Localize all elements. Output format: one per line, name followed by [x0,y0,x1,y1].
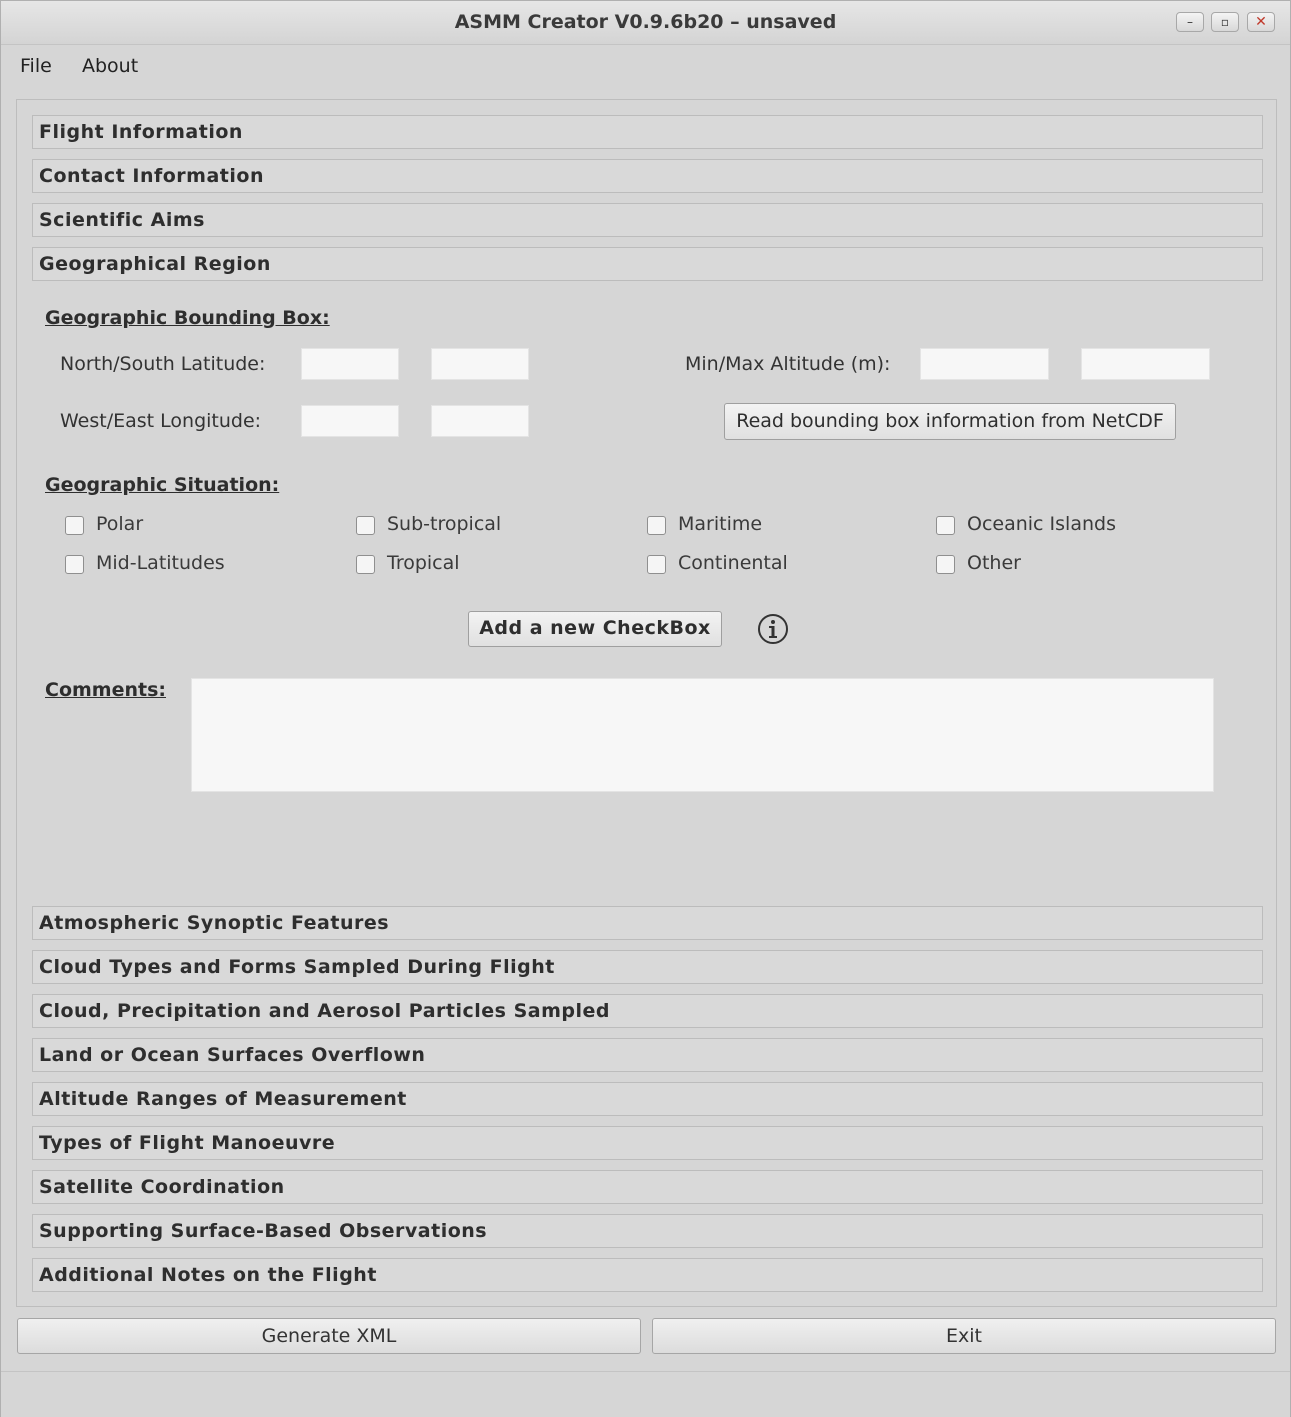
section-additional-notes[interactable]: Additional Notes on the Flight [32,1258,1263,1292]
checkbox-tropical[interactable] [356,555,375,574]
window-title: ASMM Creator V0.9.6b20 – unsaved [454,11,837,33]
section-flight-manoeuvre[interactable]: Types of Flight Manoeuvre [32,1126,1263,1160]
checkbox-label-mid-latitudes: Mid-Latitudes [96,552,225,574]
south-latitude-input[interactable] [431,348,529,380]
section-atmospheric-synoptic-features[interactable]: Atmospheric Synoptic Features [32,906,1263,940]
west-longitude-input[interactable] [301,405,399,437]
east-longitude-input[interactable] [431,405,529,437]
status-bar [1,1371,1290,1417]
minimize-button[interactable]: – [1176,12,1204,32]
section-contact-information[interactable]: Contact Information [32,159,1263,193]
menu-file[interactable]: File [20,55,52,77]
section-flight-information[interactable]: Flight Information [32,115,1263,149]
bounding-box-title: Geographic Bounding Box: [45,307,330,329]
checkbox-other[interactable] [936,555,955,574]
checkbox-label-polar: Polar [96,513,144,535]
max-altitude-input[interactable] [1081,348,1210,380]
altitude-label: Min/Max Altitude (m): [685,353,891,375]
generate-xml-button[interactable]: Generate XML [17,1318,641,1354]
add-checkbox-button[interactable]: Add a new CheckBox [468,611,722,647]
section-scientific-aims[interactable]: Scientific Aims [32,203,1263,237]
checkbox-label-sub-tropical: Sub-tropical [387,513,502,535]
menu-about[interactable]: About [82,55,138,77]
section-cloud-types[interactable]: Cloud Types and Forms Sampled During Fli… [32,950,1263,984]
north-latitude-input[interactable] [301,348,399,380]
checkbox-label-continental: Continental [678,552,788,574]
title-bar[interactable]: ASMM Creator V0.9.6b20 – unsaved – ▫ ✕ [1,1,1290,45]
ns-latitude-label: North/South Latitude: [60,353,266,375]
section-geographical-region[interactable]: Geographical Region [32,247,1263,281]
menu-bar: File About [1,45,1290,87]
comments-label: Comments: [45,679,166,701]
geographic-situation-title: Geographic Situation: [45,474,280,496]
close-icon: ✕ [1255,14,1267,30]
section-surface-observations[interactable]: Supporting Surface-Based Observations [32,1214,1263,1248]
maximize-button[interactable]: ▫ [1211,12,1239,32]
section-satellite-coordination[interactable]: Satellite Coordination [32,1170,1263,1204]
main-panel: Flight Information Contact Information S… [16,99,1277,1307]
checkbox-label-tropical: Tropical [387,552,460,574]
min-altitude-input[interactable] [920,348,1049,380]
maximize-icon: ▫ [1220,15,1230,29]
read-netcdf-button[interactable]: Read bounding box information from NetCD… [724,403,1176,440]
checkbox-polar[interactable] [65,516,84,535]
section-particles-sampled[interactable]: Cloud, Precipitation and Aerosol Particl… [32,994,1263,1028]
checkbox-sub-tropical[interactable] [356,516,375,535]
exit-button[interactable]: Exit [652,1318,1276,1354]
info-icon[interactable] [757,613,789,645]
checkbox-maritime[interactable] [647,516,666,535]
app-window: ASMM Creator V0.9.6b20 – unsaved – ▫ ✕ F… [0,0,1291,1417]
section-surfaces-overflown[interactable]: Land or Ocean Surfaces Overflown [32,1038,1263,1072]
close-button[interactable]: ✕ [1247,12,1275,32]
we-longitude-label: West/East Longitude: [60,410,262,432]
section-altitude-ranges[interactable]: Altitude Ranges of Measurement [32,1082,1263,1116]
checkbox-mid-latitudes[interactable] [65,555,84,574]
checkbox-oceanic-islands[interactable] [936,516,955,535]
checkbox-label-other: Other [967,552,1021,574]
checkbox-label-maritime: Maritime [678,513,763,535]
checkbox-continental[interactable] [647,555,666,574]
minimize-icon: – [1187,15,1193,29]
comments-textarea[interactable] [191,678,1214,792]
checkbox-label-oceanic-islands: Oceanic Islands [967,513,1116,535]
